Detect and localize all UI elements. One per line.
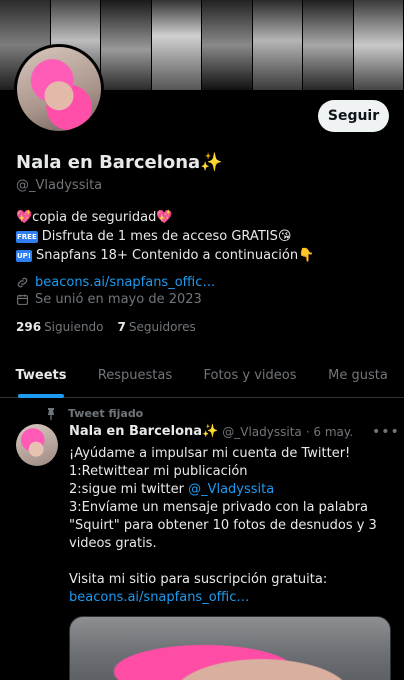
tab-label: Me gusta	[328, 367, 388, 383]
tweet-link[interactable]: beacons.ai/snapfans_offic…	[69, 589, 394, 607]
tweet-media-image[interactable]	[69, 616, 391, 680]
following-count: 296	[16, 320, 42, 334]
profile-name: Nala en Barcelona✨	[16, 152, 223, 173]
banner-photo	[151, 0, 202, 90]
profile-link[interactable]: beacons.ai/snapfans_offic…	[16, 275, 215, 290]
tweet-line: ¡Ayúdame a impulsar mi cuenta de Twitter…	[69, 446, 351, 461]
following-label: Siguiendo	[44, 320, 104, 334]
link-icon	[17, 277, 28, 288]
followers-stat[interactable]: 7 Seguidores	[118, 320, 196, 334]
followers-label: Seguidores	[128, 320, 196, 334]
tab-fotos-videos[interactable]: Fotos y videos	[188, 352, 312, 398]
profile-link-text[interactable]: beacons.ai/snapfans_offic…	[35, 275, 215, 290]
banner-photo	[252, 0, 303, 90]
tab-label: Fotos y videos	[203, 367, 297, 383]
pin-icon	[48, 407, 54, 420]
joined-text: Se unió en mayo de 2023	[35, 292, 202, 307]
tweet-text: ¡Ayúdame a impulsar mi cuenta de Twitter…	[69, 445, 394, 607]
banner-photo	[353, 0, 404, 90]
tweet-mention[interactable]: @_Vladyssita	[188, 482, 274, 497]
calendar-icon	[17, 294, 28, 305]
tab-me-gusta[interactable]: Me gusta	[312, 352, 404, 398]
tweet-line: "Squirt" para obtener 10 fotos de desnud…	[69, 518, 377, 533]
tweet-line: 2:sigue mi twitter @_Vladyssita	[69, 481, 394, 499]
profile-joined: Se unió en mayo de 2023	[16, 292, 202, 307]
free-tag-icon: FREE	[16, 230, 38, 243]
banner-photo	[101, 0, 152, 90]
bio-line: UP! Snapfans 18+ Contenido a continuació…	[16, 246, 396, 265]
pinned-label: Tweet fijado	[68, 407, 144, 420]
tweet-line: Visita mi sitio para suscripción gratuit…	[69, 572, 328, 587]
bio-text: Disfruta de 1 mes de acceso GRATIS😘	[41, 229, 292, 244]
tweet-avatar[interactable]	[16, 424, 58, 466]
follow-button[interactable]: Seguir	[318, 100, 389, 132]
bio-text: 💖copia de seguridad💖	[16, 210, 173, 225]
banner-photo	[202, 0, 253, 90]
following-stat[interactable]: 296 Siguiendo	[16, 320, 104, 334]
pinned-indicator: Tweet fijado	[46, 407, 143, 420]
follow-counts: 296 Siguiendo 7 Seguidores	[16, 320, 196, 334]
more-icon[interactable]: •••	[372, 424, 400, 440]
profile-tabs: Tweets Respuestas Fotos y videos Me gust…	[0, 352, 404, 398]
tweet-line-text: 2:sigue mi twitter	[69, 482, 189, 497]
profile-avatar[interactable]	[14, 44, 104, 134]
tab-label: Respuestas	[97, 367, 173, 383]
tweet-author-handle[interactable]: @_Vladyssita	[222, 425, 302, 439]
tab-label: Tweets	[15, 367, 67, 383]
tweet-author-name[interactable]: Nala en Barcelona✨	[69, 424, 218, 439]
profile-handle: @_Vladyssita	[16, 178, 103, 193]
tab-respuestas[interactable]: Respuestas	[82, 352, 188, 398]
tweet-line: 3:Envíame un mensaje privado con la pala…	[69, 500, 368, 515]
bio-text: Snapfans 18+ Contenido a continuación👇	[36, 248, 315, 263]
banner-photo	[303, 0, 354, 90]
tweet-date[interactable]: · 6 may.	[306, 425, 353, 439]
up-tag-icon: UP!	[16, 249, 33, 262]
tab-tweets[interactable]: Tweets	[0, 352, 82, 398]
followers-count: 7	[117, 320, 126, 334]
tweet-line: videos gratis.	[69, 536, 157, 551]
bio-line: 💖copia de seguridad💖	[16, 208, 396, 227]
bio-line: FREE Disfruta de 1 mes de acceso GRATIS😘	[16, 227, 396, 246]
tweet-header: Nala en Barcelona✨ @_Vladyssita · 6 may.	[69, 424, 353, 439]
tweet-line: 1:Retwittear mi publicación	[69, 464, 248, 479]
profile-bio: 💖copia de seguridad💖 FREE Disfruta de 1 …	[16, 208, 396, 265]
